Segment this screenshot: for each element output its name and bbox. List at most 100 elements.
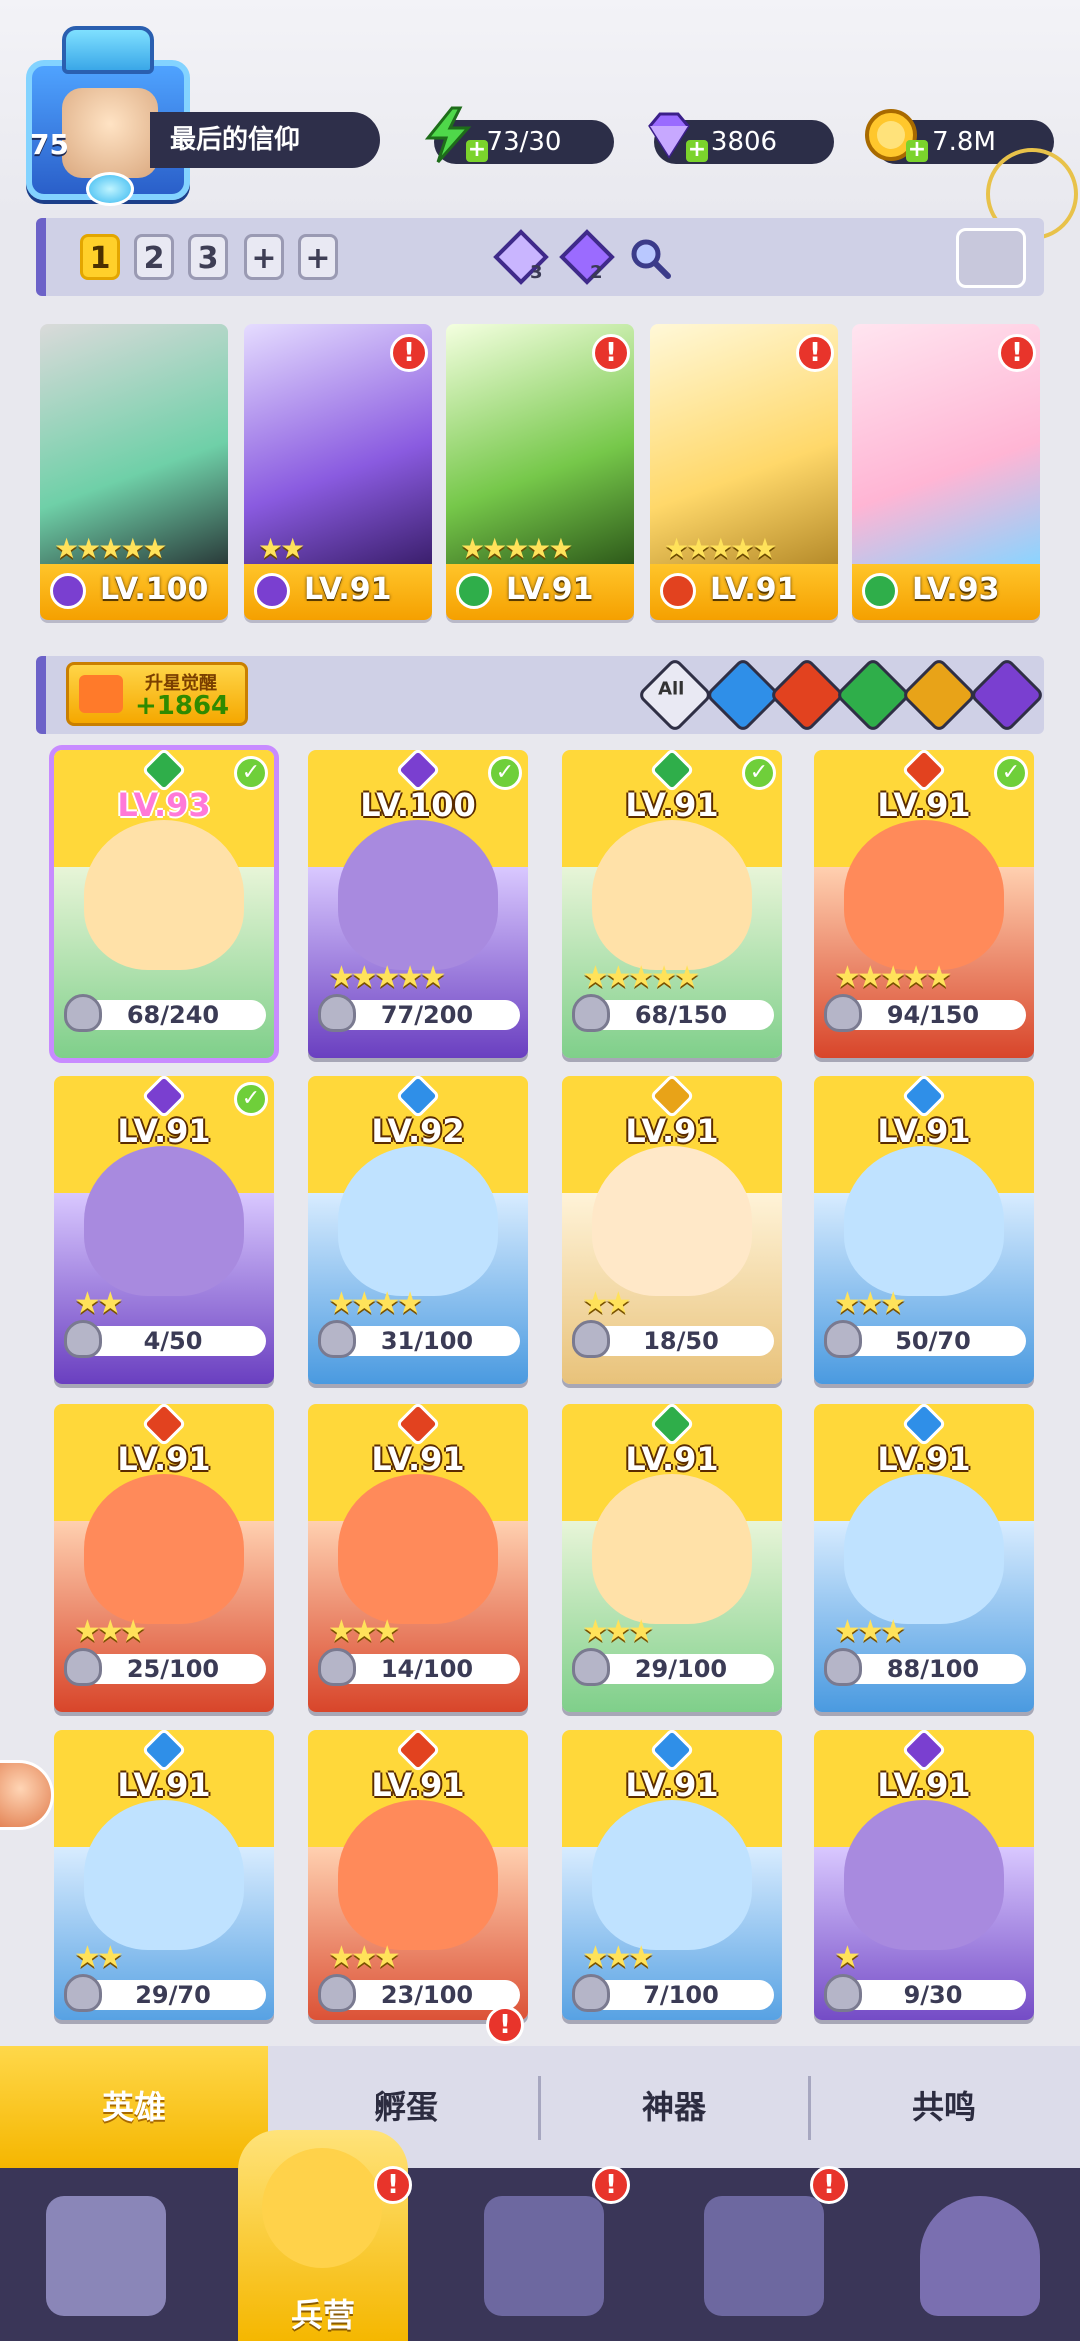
team-add-slot-button[interactable]: + bbox=[244, 234, 284, 280]
hero-level: LV.91 bbox=[117, 1766, 211, 1804]
tab-hatch-alert-icon: ! bbox=[486, 2006, 524, 2044]
hero-portrait bbox=[338, 1800, 498, 1950]
fragment-icon bbox=[824, 1648, 862, 1686]
fragment-progress: 18/50 bbox=[572, 1320, 774, 1358]
mushroom-nav-icon[interactable] bbox=[920, 2196, 1040, 2316]
hero-card[interactable]: LV.92 ★★★★ 31/100 bbox=[308, 1076, 528, 1384]
team-slot-3[interactable]: 3 bbox=[188, 234, 228, 280]
add-energy-button[interactable]: + bbox=[466, 139, 488, 162]
fragment-icon bbox=[64, 994, 102, 1032]
crown-icon bbox=[62, 26, 154, 74]
hero-portrait bbox=[592, 1474, 752, 1624]
hero-stars: ★★★★★ bbox=[54, 532, 168, 565]
hero-portrait bbox=[40, 324, 228, 564]
hero-level: LV.91 bbox=[877, 1112, 971, 1150]
fragment-count: 88/100 bbox=[886, 1655, 980, 1683]
fragment-progress: 29/70 bbox=[64, 1974, 266, 2012]
fragment-progress: 68/240 bbox=[64, 994, 266, 1032]
hero-level: LV.100 bbox=[100, 572, 209, 607]
level-bar: LV.91 bbox=[650, 564, 838, 620]
fragment-icon bbox=[824, 1320, 862, 1358]
hero-card[interactable]: ✓ LV.91 ★★★★★ 94/150 bbox=[814, 750, 1034, 1058]
add-gems-button[interactable]: + bbox=[686, 139, 708, 162]
hero-card[interactable]: LV.91 ★ 9/30 bbox=[814, 1730, 1034, 2020]
upgrade-awaken-button[interactable]: 升星觉醒 +1864 bbox=[66, 662, 248, 726]
hero-level: LV.91 bbox=[117, 1112, 211, 1150]
barracks-helmet-icon bbox=[262, 2148, 382, 2268]
hero-level: LV.100 bbox=[360, 786, 476, 824]
fragment-icon bbox=[572, 1320, 610, 1358]
fragment-icon bbox=[64, 1974, 102, 2012]
hero-level: LV.91 bbox=[625, 1112, 719, 1150]
hero-stars: ★★★★★ bbox=[328, 960, 447, 995]
team-slot-2[interactable]: 2 bbox=[134, 234, 174, 280]
hero-portrait bbox=[84, 1474, 244, 1624]
fragment-count: 14/100 bbox=[380, 1655, 474, 1683]
team-add-slot-button-2[interactable]: + bbox=[298, 234, 338, 280]
fragment-progress: 25/100 bbox=[64, 1648, 266, 1686]
hero-card[interactable]: LV.91 ★★★ 29/100 bbox=[562, 1404, 782, 1712]
add-gold-button[interactable]: + bbox=[906, 139, 928, 162]
hero-stars: ★★★ bbox=[834, 1286, 907, 1321]
fragment-icon bbox=[824, 1974, 862, 2012]
rune-b-count: 2 bbox=[590, 262, 603, 283]
hero-portrait bbox=[84, 820, 244, 970]
hero-card[interactable]: ✓ LV.100 ★★★★★ 77/200 bbox=[308, 750, 528, 1058]
castle-nav-icon[interactable] bbox=[704, 2196, 824, 2316]
hero-card[interactable]: ✓ LV.91 ★★★★★ 68/150 bbox=[562, 750, 782, 1058]
hero-level: LV.91 bbox=[117, 1440, 211, 1478]
hero-card[interactable]: ✓ LV.93 68/240 bbox=[49, 745, 279, 1063]
hero-portrait bbox=[338, 820, 498, 970]
fragment-count: 77/200 bbox=[380, 1001, 474, 1029]
hero-card[interactable]: LV.91 ★★★ 23/100 bbox=[308, 1730, 528, 2020]
search-icon[interactable] bbox=[628, 236, 672, 280]
hero-level: LV.91 bbox=[877, 786, 971, 824]
fragment-count: 4/50 bbox=[143, 1327, 203, 1355]
hero-stars: ★★★★★ bbox=[664, 532, 778, 565]
tab-resonance[interactable]: 共鸣 bbox=[810, 2046, 1078, 2168]
hero-level: LV.91 bbox=[877, 1440, 971, 1478]
hero-level: LV.92 bbox=[371, 1112, 465, 1150]
fragment-count: 25/100 bbox=[126, 1655, 220, 1683]
hero-card[interactable]: ✓ LV.91 ★★ 4/50 bbox=[54, 1076, 274, 1384]
hero-stars: ★★★ bbox=[328, 1614, 401, 1649]
map-alert-icon: ! bbox=[592, 2166, 630, 2204]
level-bar: LV.93 bbox=[852, 564, 1040, 620]
fragment-count: 29/70 bbox=[135, 1981, 211, 2009]
team-hero-card[interactable]: ★★★★★ LV.100 bbox=[40, 324, 228, 620]
check-icon: ✓ bbox=[234, 756, 268, 790]
player-name[interactable]: 最后的信仰 bbox=[150, 112, 380, 168]
hero-portrait bbox=[844, 820, 1004, 970]
hero-stars: ★ bbox=[834, 1940, 861, 1975]
fragment-progress: 68/150 bbox=[572, 994, 774, 1032]
hero-portrait bbox=[338, 1474, 498, 1624]
hero-card[interactable]: LV.91 ★★★ 88/100 bbox=[814, 1404, 1034, 1712]
fragment-icon bbox=[572, 1648, 610, 1686]
fragment-progress: 9/30 bbox=[824, 1974, 1026, 2012]
fragment-progress: 31/100 bbox=[318, 1320, 520, 1358]
fragment-icon bbox=[318, 1648, 356, 1686]
hero-portrait bbox=[844, 1146, 1004, 1296]
fragment-progress: 88/100 bbox=[824, 1648, 1026, 1686]
nature-element-icon bbox=[456, 573, 492, 609]
cards-nav-icon[interactable] bbox=[46, 2196, 166, 2316]
rune-icon-b[interactable] bbox=[558, 228, 616, 286]
fragment-icon bbox=[824, 994, 862, 1032]
hero-card[interactable]: LV.91 ★★ 29/70 bbox=[54, 1730, 274, 2020]
hero-card[interactable]: LV.91 ★★★ 50/70 bbox=[814, 1076, 1034, 1384]
formation-edit-button[interactable] bbox=[956, 228, 1026, 288]
hero-card[interactable]: LV.91 ★★ 18/50 bbox=[562, 1076, 782, 1384]
map-nav-icon[interactable] bbox=[484, 2196, 604, 2316]
hero-card[interactable]: LV.91 ★★★ 25/100 bbox=[54, 1404, 274, 1712]
hero-level: LV.91 bbox=[625, 1766, 719, 1804]
dark-element-icon bbox=[254, 573, 290, 609]
team-slot-1[interactable]: 1 bbox=[80, 234, 120, 280]
tab-artifact[interactable]: 神器 bbox=[540, 2046, 808, 2168]
hero-level: LV.91 bbox=[506, 572, 594, 607]
tab-heroes[interactable]: 英雄 bbox=[0, 2046, 268, 2168]
fragment-progress: 14/100 bbox=[318, 1648, 520, 1686]
fragment-count: 7/100 bbox=[643, 1981, 719, 2009]
hero-card[interactable]: LV.91 ★★★ 7/100 bbox=[562, 1730, 782, 2020]
hero-card[interactable]: LV.91 ★★★ 14/100 bbox=[308, 1404, 528, 1712]
side-helper-avatar[interactable] bbox=[0, 1760, 54, 1830]
